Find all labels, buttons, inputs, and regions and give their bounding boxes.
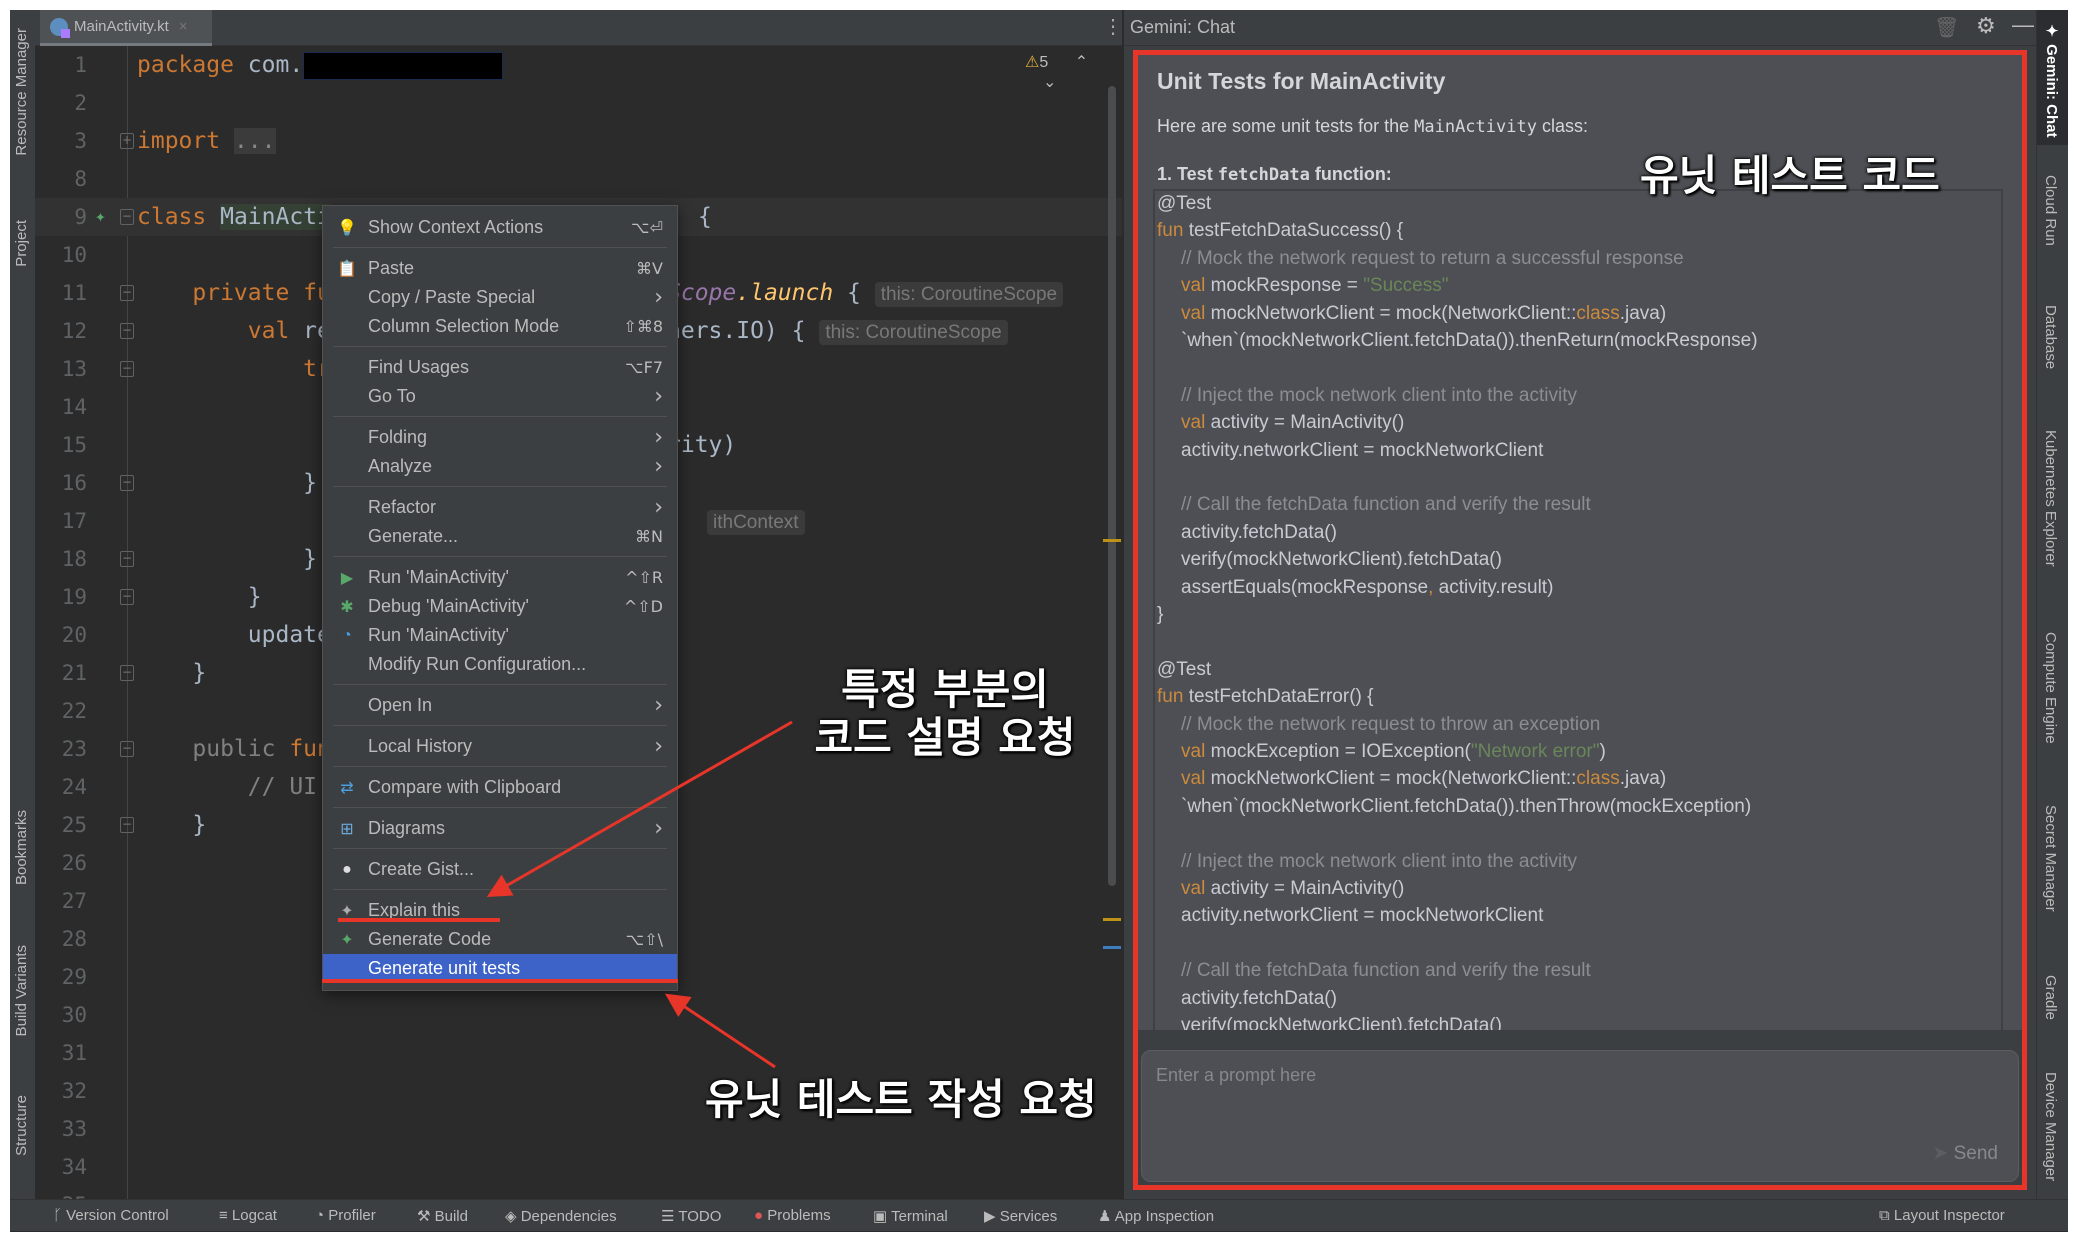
- arrow-to-explain: [486, 720, 793, 897]
- annotation-arrows: [322, 720, 793, 1069]
- arrow-to-generate-tests: [665, 993, 776, 1069]
